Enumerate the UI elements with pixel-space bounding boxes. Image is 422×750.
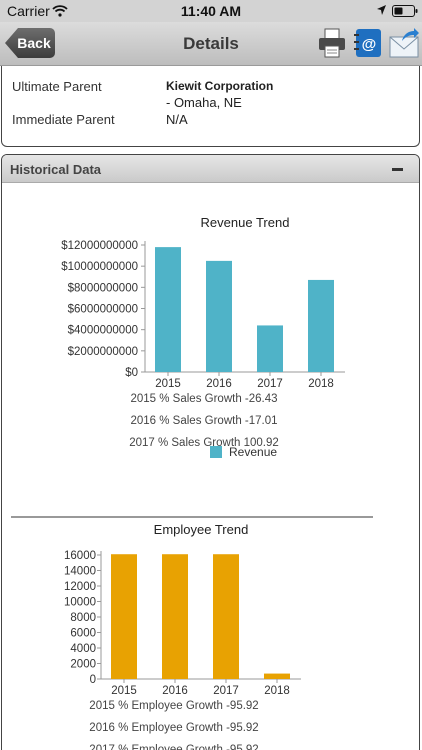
y-tick-label: 14000 (64, 566, 96, 578)
location-arrow-icon (377, 5, 386, 15)
y-tick-label: $4000000000 (68, 325, 138, 337)
y-tick-label: 4000 (70, 643, 96, 655)
email-contact-icon[interactable]: @ (353, 27, 383, 59)
navigation-bar: Back Details @ (0, 22, 422, 66)
y-tick-label: $12000000000 (61, 240, 138, 252)
clock: 11:40 AM (180, 3, 242, 19)
ultimate-parent-name: Kiewit Corporation (166, 79, 274, 93)
x-tick-label: 2015 (155, 378, 181, 390)
y-tick-label: 2000 (70, 659, 96, 671)
historical-charts: Revenue Trend $0 $2000000000 $4000000000 $60… (11, 215, 373, 750)
y-tick-label: 8000 (70, 612, 96, 624)
bar-2018 (264, 673, 290, 679)
x-tick-label: 2016 (206, 378, 232, 390)
legend-label: Revenue (229, 445, 277, 459)
print-icon[interactable] (316, 27, 348, 59)
bar-2016 (162, 554, 188, 679)
x-tick-label: 2018 (264, 685, 290, 697)
x-tick-label: 2017 (257, 378, 283, 390)
share-mail-icon[interactable] (388, 27, 420, 59)
y-tick-label: 6000 (70, 628, 96, 640)
immediate-parent-value: N/A (166, 112, 188, 127)
x-tick-label: 2018 (308, 378, 334, 390)
collapse-icon[interactable] (392, 168, 403, 171)
historical-data-title: Historical Data (10, 162, 102, 177)
bar-2016 (206, 260, 232, 372)
y-tick-label: $8000000000 (68, 282, 138, 294)
bar-2017 (257, 325, 283, 372)
y-tick-label: 12000 (64, 581, 96, 593)
svg-text:@: @ (362, 36, 377, 53)
y-tick-label: 0 (90, 674, 96, 686)
y-tick-label: 16000 (64, 550, 96, 562)
chart-title: Revenue Trend (201, 215, 290, 230)
bar-2017 (213, 554, 239, 679)
bar-2015 (155, 247, 181, 372)
x-tick-label: 2016 (162, 685, 188, 697)
bar-2018 (308, 279, 334, 372)
parent-info-panel: Ultimate Parent Kiewit Corporation - Oma… (1, 66, 420, 147)
y-tick-label: $6000000000 (68, 304, 138, 316)
y-tick-label: $10000000000 (61, 261, 138, 273)
growth-note: 2016 % Employee Growth -95.92 (89, 722, 258, 734)
status-bar: Carrier 11:40 AM (0, 0, 422, 22)
chart-title: Employee Trend (154, 522, 249, 537)
battery-icon (392, 5, 418, 17)
historical-data-header[interactable]: Historical Data (2, 155, 419, 183)
y-tick-label: $0 (125, 367, 138, 379)
growth-note: 2015 % Employee Growth -95.92 (89, 700, 258, 712)
growth-note: 2015 % Sales Growth -26.43 (130, 393, 277, 405)
immediate-parent-label: Immediate Parent (12, 112, 115, 127)
x-tick-label: 2015 (111, 685, 137, 697)
legend-swatch (210, 446, 222, 458)
ultimate-parent-location: - Omaha, NE (166, 95, 242, 110)
x-tick-label: 2017 (213, 685, 239, 697)
growth-note: 2016 % Sales Growth -17.01 (130, 415, 277, 427)
bar-2015 (111, 554, 137, 679)
y-tick-label: 10000 (64, 597, 96, 609)
historical-data-panel: Historical Data Revenue Trend $0 $20000000… (1, 154, 420, 750)
ultimate-parent-label: Ultimate Parent (12, 79, 102, 94)
y-tick-label: $2000000000 (68, 346, 138, 358)
